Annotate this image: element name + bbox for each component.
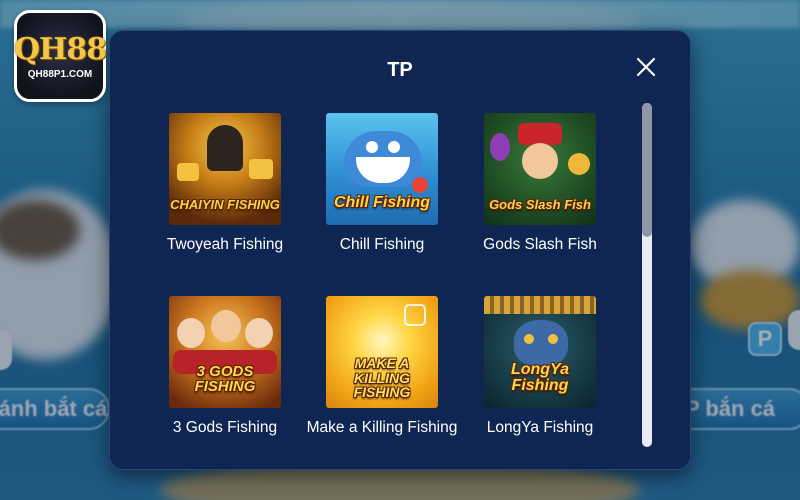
game-tile-gods-slash-fish[interactable]: Gods Slash Fish Gods Slash Fish [461, 113, 616, 283]
game-art-god [211, 310, 241, 342]
game-art-fruit [412, 177, 428, 193]
modal-title: TP [387, 59, 413, 81]
game-tile-twoyeah-fishing[interactable]: CHAIYIN FISHING Twoyeah Fishing [146, 113, 306, 283]
games-grid: CHAIYIN FISHING Twoyeah Fishing Chill Fi… [146, 113, 616, 469]
game-name: Chill Fishing [339, 236, 425, 253]
game-thumbnail: LongYa Fishing [484, 296, 596, 408]
logo-url: QH88P1.COM [27, 69, 93, 80]
game-tile-make-a-killing-fishing[interactable]: MAKE A KILLING FISHING Make a Killing Fi… [303, 296, 463, 466]
game-art-gold [177, 163, 199, 181]
game-art-title: CHAIYIN FISHING [170, 197, 280, 212]
game-tile-3-gods-fishing[interactable]: 3 GODS FISHING 3 Gods Fishing [146, 296, 306, 466]
scrollbar-thumb[interactable] [642, 103, 652, 237]
game-name: 3 Gods Fishing [172, 419, 278, 436]
game-art-eye [524, 334, 534, 344]
game-thumbnail: 3 GODS FISHING [169, 296, 281, 408]
scan-icon [404, 304, 426, 326]
close-icon [636, 57, 656, 77]
game-art-eye [388, 141, 400, 153]
game-art-god [245, 318, 273, 348]
close-button[interactable] [634, 55, 658, 79]
game-name: LongYa Fishing [486, 419, 594, 436]
game-tile-chill-fishing[interactable]: Chill Fishing Chill Fishing [303, 113, 463, 283]
game-art-hat [518, 123, 562, 145]
game-art-grapes [490, 133, 510, 161]
game-art-coins-row [484, 296, 596, 314]
game-art-title: 3 GODS FISHING [194, 363, 256, 395]
brand-logo[interactable]: QH88 QH88P1.COM [13, 10, 107, 102]
game-name: Twoyeah Fishing [166, 236, 284, 253]
game-art-god [177, 318, 205, 348]
game-art-title: LongYa Fishing [510, 361, 570, 394]
game-tile-longya-fishing[interactable]: LongYa Fishing LongYa Fishing [461, 296, 616, 466]
game-art-face [522, 143, 558, 179]
game-art-gold [249, 159, 273, 179]
provider-games-modal: TP CHAIYIN FISHING Twoyeah Fishing Chill… [109, 30, 691, 470]
game-name: Make a Killing Fishing [306, 419, 458, 436]
game-thumbnail: Gods Slash Fish [484, 113, 596, 225]
game-thumbnail: MAKE A KILLING FISHING [326, 296, 438, 408]
game-thumbnail: Chill Fishing [326, 113, 438, 225]
game-thumbnail: CHAIYIN FISHING [169, 113, 281, 225]
game-art-title: Chill Fishing [334, 194, 430, 211]
game-art-title: MAKE A KILLING FISHING [353, 354, 411, 401]
logo-mark: QH88 [13, 32, 107, 67]
game-name: Gods Slash Fish [483, 236, 597, 253]
game-art-figure [207, 125, 243, 171]
game-art-coin [568, 153, 590, 175]
game-art-dragon [514, 320, 568, 366]
game-art-title: Gods Slash Fish [489, 197, 591, 212]
game-art-eye [548, 334, 558, 344]
game-art-eye [366, 141, 378, 153]
